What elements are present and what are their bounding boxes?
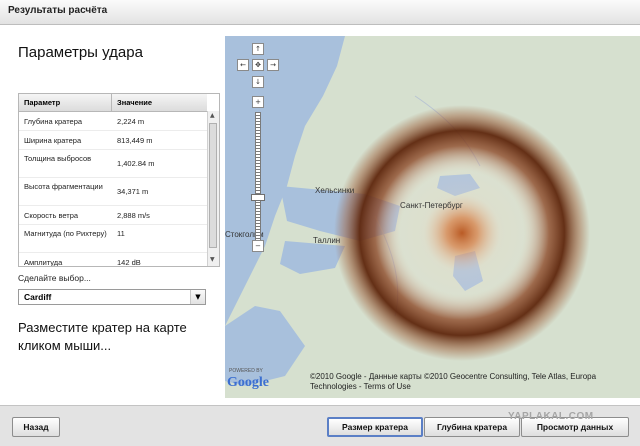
row-param: Высота фрагментации [24, 182, 103, 191]
table-row[interactable]: Магнитуда (по Рихтеру) 11 [19, 225, 207, 253]
row-param: Толщина выбросов [24, 154, 92, 163]
map-copyright[interactable]: ©2010 Google - Данные карты ©2010 Geocen… [310, 372, 635, 392]
window-titlebar: Результаты расчёта [0, 0, 640, 25]
column-header-value[interactable]: Значение [117, 98, 152, 107]
zoom-out-icon[interactable]: − [252, 240, 264, 252]
window-title: Результаты расчёта [8, 5, 108, 16]
row-value: 1,402.84 m [117, 159, 155, 168]
map-label-tallinn: Таллин [313, 236, 341, 245]
back-button[interactable]: Назад [12, 417, 60, 437]
map-canvas[interactable] [225, 36, 640, 398]
row-param: Ширина кратера [24, 136, 82, 145]
table-scrollbar[interactable]: ▲ ▼ [207, 111, 219, 266]
row-value: 142 dB [117, 258, 141, 267]
row-value: 34,371 m [117, 187, 149, 196]
pan-left-icon[interactable]: ← [237, 59, 249, 71]
panel-title: Параметры удара [18, 44, 143, 61]
pan-center-icon[interactable]: ✥ [252, 59, 264, 71]
chevron-down-icon[interactable]: ▼ [190, 290, 205, 304]
zoom-slider[interactable] [255, 112, 261, 246]
table-row[interactable]: Ширина кратера 813,449 m [19, 131, 207, 150]
row-value: 2,888 m/s [117, 211, 150, 220]
zoom-slider-handle[interactable] [251, 194, 265, 201]
table-row[interactable]: Толщина выбросов 1,402.84 m [19, 150, 207, 178]
row-value: 813,449 m [117, 136, 153, 145]
zoom-in-icon[interactable]: + [252, 96, 264, 108]
choose-label: Сделайте выбор... [18, 273, 91, 283]
column-divider [111, 94, 112, 111]
table-row[interactable]: Высота фрагментации 34,371 m [19, 178, 207, 206]
row-param: Скорость ветра [24, 211, 79, 220]
table-header: Параметр Значение [19, 94, 207, 112]
map-label-helsinki: Хельсинки [315, 186, 355, 195]
select-value: Cardiff [24, 292, 52, 302]
row-param: Глубина кратера [24, 117, 83, 126]
instruction-text: Разместите кратер на карте кликом мыши..… [18, 320, 187, 353]
params-table: Параметр Значение Глубина кратера 2,224 … [18, 93, 220, 267]
powered-by-text: POWERED BY [229, 368, 263, 374]
tab-crater-depth[interactable]: Глубина кратера [424, 417, 520, 437]
row-value: 2,224 m [117, 117, 145, 126]
row-param: Магнитуда (по Рихтеру) [24, 229, 107, 238]
pan-right-icon[interactable]: → [267, 59, 279, 71]
scroll-up-icon[interactable]: ▲ [210, 112, 215, 119]
tab-crater-size[interactable]: Размер кратера [327, 417, 423, 437]
row-param: Амплитуда [24, 258, 63, 267]
column-header-param[interactable]: Параметр [24, 98, 60, 107]
row-value: 11 [117, 229, 125, 238]
table-row[interactable]: Скорость ветра 2,888 m/s [19, 206, 207, 225]
location-select[interactable]: Cardiff ▼ [18, 289, 206, 305]
map-view[interactable]: Хельсинки Таллин Санкт-Петербург Стокгол… [225, 36, 640, 398]
table-body: Глубина кратера 2,224 m Ширина кратера 8… [19, 112, 207, 267]
google-logo-text: Google [227, 375, 269, 390]
scrollbar-thumb[interactable] [209, 123, 217, 248]
scroll-down-icon[interactable]: ▼ [210, 256, 215, 263]
pan-down-icon[interactable]: ↓ [252, 76, 264, 88]
pan-up-icon[interactable]: ↑ [252, 43, 264, 55]
google-logo: POWERED BY Google [227, 368, 269, 391]
watermark-text: YAPLAKAL.COM [508, 411, 594, 422]
map-label-stpetersburg: Санкт-Петербург [400, 201, 463, 210]
table-row[interactable]: Глубина кратера 2,224 m [19, 112, 207, 131]
table-row[interactable]: Амплитуда 142 dB [19, 253, 207, 267]
